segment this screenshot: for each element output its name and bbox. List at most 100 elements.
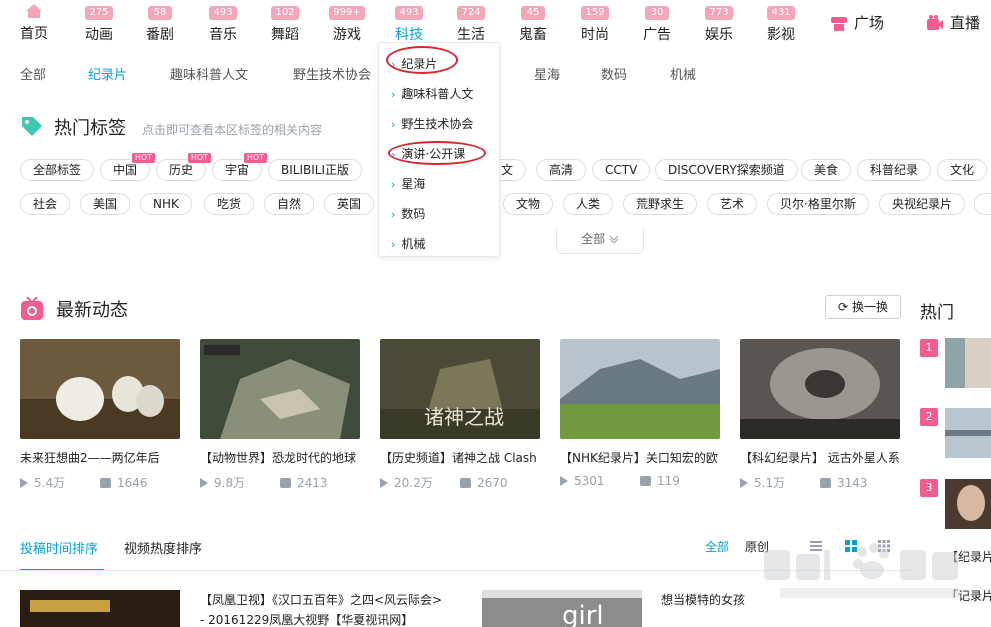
nav-item-music[interactable]: 493 音乐 — [195, 4, 251, 44]
tag[interactable]: 中国 HOT — [100, 153, 156, 181]
list-video-thumbnail[interactable] — [20, 590, 180, 627]
tag[interactable]: 英国 — [324, 193, 375, 215]
video-card[interactable]: 【科幻纪录片】 远古外星人系 5.1万 3143 — [740, 339, 900, 491]
sort-by-hot-tab[interactable]: 视频热度排序 — [124, 538, 202, 557]
tag[interactable]: 宇宙 HOT — [212, 153, 268, 181]
danmaku-count: 2670 — [477, 475, 508, 490]
video-thumbnail[interactable] — [20, 339, 180, 439]
divider — [0, 570, 915, 571]
sub-item-machine[interactable]: 机械 — [670, 64, 696, 83]
danmaku-count: 3143 — [837, 475, 868, 490]
danmaku-icon — [460, 477, 471, 488]
tag[interactable]: 文化 — [937, 159, 988, 181]
dropdown-item-tech-assoc[interactable]: › 野生技术协会 — [391, 115, 473, 132]
nav-item-tech[interactable]: 493 科技 — [381, 4, 437, 44]
tag[interactable]: 全部标签 — [20, 159, 95, 181]
tag-label: 高清 — [549, 163, 574, 177]
nav-item-life[interactable]: 724 生活 — [443, 4, 499, 44]
video-title[interactable]: 【动物世界】恐龙时代的地球 — [200, 449, 360, 466]
sub-item-digital[interactable]: 数码 — [601, 64, 627, 83]
tag[interactable]: BILIBILI正版 — [268, 159, 362, 181]
tag-partial[interactable] — [974, 193, 991, 215]
video-title[interactable]: 【历史频道】诸神之战 Clash — [380, 449, 540, 466]
dropdown-item-xinghai[interactable]: › 星海 — [391, 175, 425, 192]
tag[interactable]: 美食 — [801, 159, 852, 181]
rank-list-title[interactable]: 「记录片 — [946, 587, 991, 604]
nav-label: 时尚 — [581, 27, 609, 43]
tag[interactable]: NHK — [140, 193, 192, 215]
chevron-right-icon: › — [391, 238, 396, 251]
tag[interactable]: 文物 — [503, 193, 554, 215]
tag[interactable]: CCTV — [592, 159, 651, 181]
nav-item-bangumi[interactable]: 58 番剧 — [132, 4, 188, 44]
all-tags-toggle[interactable]: 全部 — [556, 228, 644, 254]
nav-item-movie[interactable]: 431 影视 — [753, 4, 809, 44]
dropdown-item-digital[interactable]: › 数码 — [391, 205, 425, 222]
video-card[interactable]: 诸神之战 【历史频道】诸神之战 Clash 20.2万 2670 — [380, 339, 540, 491]
nav-item-live[interactable]: 直播 — [926, 12, 980, 33]
tag-label: 宇宙 — [225, 163, 250, 177]
dropdown-item-machine[interactable]: › 机械 — [391, 235, 425, 252]
video-thumbnail[interactable] — [560, 339, 720, 439]
tag[interactable]: 美国 — [80, 193, 131, 215]
video-card[interactable]: 【动物世界】恐龙时代的地球 9.8万 2413 — [200, 339, 360, 491]
sort-by-time-tab[interactable]: 投稿时间排序 — [20, 538, 98, 557]
list-video-title[interactable]: 想当模特的女孩 — [661, 590, 745, 610]
grid-view-icon[interactable] — [845, 540, 857, 552]
tag[interactable]: 贝尔·格里尔斯 — [767, 193, 869, 215]
nav-item-plaza[interactable]: 广场 — [830, 12, 884, 33]
list-video-thumbnail[interactable]: girl — [482, 590, 642, 627]
video-thumbnail[interactable] — [740, 339, 900, 439]
nav-item-game[interactable]: 999+ 游戏 — [319, 4, 375, 44]
video-card[interactable]: 未来狂想曲2——两亿年后 5.4万 1646 — [20, 339, 180, 491]
nav-item-ad[interactable]: 30 广告 — [629, 4, 685, 44]
tag[interactable]: 社会 — [20, 193, 71, 215]
sub-item-science[interactable]: 趣味科普人文 — [170, 64, 248, 83]
tag[interactable]: 荒野求生 — [623, 193, 698, 215]
tag[interactable]: 自然 — [264, 193, 315, 215]
nav-item-ent[interactable]: 773 娱乐 — [691, 4, 747, 44]
filter-all[interactable]: 全部 — [705, 538, 729, 555]
video-title[interactable]: 【科幻纪录片】 远古外星人系 — [740, 449, 900, 466]
filter-original[interactable]: 原创 — [745, 538, 769, 555]
sub-item-xinghai[interactable]: 星海 — [534, 64, 560, 83]
tag[interactable]: DISCOVERY探索频道 — [655, 159, 798, 181]
nav-item-animation[interactable]: 275 动画 — [71, 4, 127, 44]
nav-item-dance[interactable]: 102 舞蹈 — [257, 4, 313, 44]
video-thumbnail[interactable] — [200, 339, 360, 439]
tag-label: 吃货 — [217, 197, 242, 211]
dropdown-item-science[interactable]: › 趣味科普人文 — [391, 85, 473, 102]
rank-thumbnail[interactable] — [945, 338, 991, 388]
video-title[interactable]: 未来狂想曲2——两亿年后 — [20, 449, 180, 466]
rank-list-title[interactable]: 【纪录片 — [946, 548, 991, 565]
nav-item-home[interactable]: 首页 — [6, 4, 62, 43]
video-title[interactable]: 【NHK纪录片】关口知宏的欧 — [560, 449, 720, 466]
hot-badge: HOT — [131, 153, 156, 163]
list-video-title[interactable]: 【凤凰卫视】《汉口五百年》之四<风云际会> - 20161229凤凰大视野【华夏… — [200, 590, 445, 627]
rank-thumbnail[interactable] — [945, 479, 991, 529]
refresh-button[interactable]: ⟳ 换一换 — [825, 295, 901, 319]
nav-badge: 773 — [705, 6, 733, 20]
tag[interactable]: 高清 — [536, 159, 587, 181]
list-view-icon[interactable] — [810, 541, 822, 551]
nav-badge: 493 — [209, 6, 237, 20]
sub-item-tech-assoc[interactable]: 野生技术协会 — [293, 64, 371, 83]
tag-label: 文物 — [516, 197, 541, 211]
tag[interactable]: 科普纪录 — [857, 159, 932, 181]
live-label: 直播 — [950, 14, 981, 32]
sub-item-documentary[interactable]: 纪录片 — [88, 64, 127, 83]
nav-item-kichiku[interactable]: 45 鬼畜 — [505, 4, 561, 44]
video-thumbnail[interactable]: 诸神之战 — [380, 339, 540, 439]
tag-label: 中国 — [113, 163, 138, 177]
tag[interactable]: 吃货 — [204, 193, 255, 215]
sub-item-all[interactable]: 全部 — [20, 64, 46, 83]
nav-label: 科技 — [395, 27, 423, 43]
tag[interactable]: 历史 HOT — [156, 153, 212, 181]
tag[interactable]: 央视纪录片 — [879, 193, 966, 215]
small-grid-view-icon[interactable] — [878, 540, 890, 552]
tag[interactable]: 艺术 — [707, 193, 758, 215]
video-card[interactable]: 【NHK纪录片】关口知宏的欧 5301 119 — [560, 339, 720, 488]
nav-item-fashion[interactable]: 159 时尚 — [567, 4, 623, 44]
rank-thumbnail[interactable] — [945, 408, 991, 458]
tag[interactable]: 人类 — [563, 193, 614, 215]
